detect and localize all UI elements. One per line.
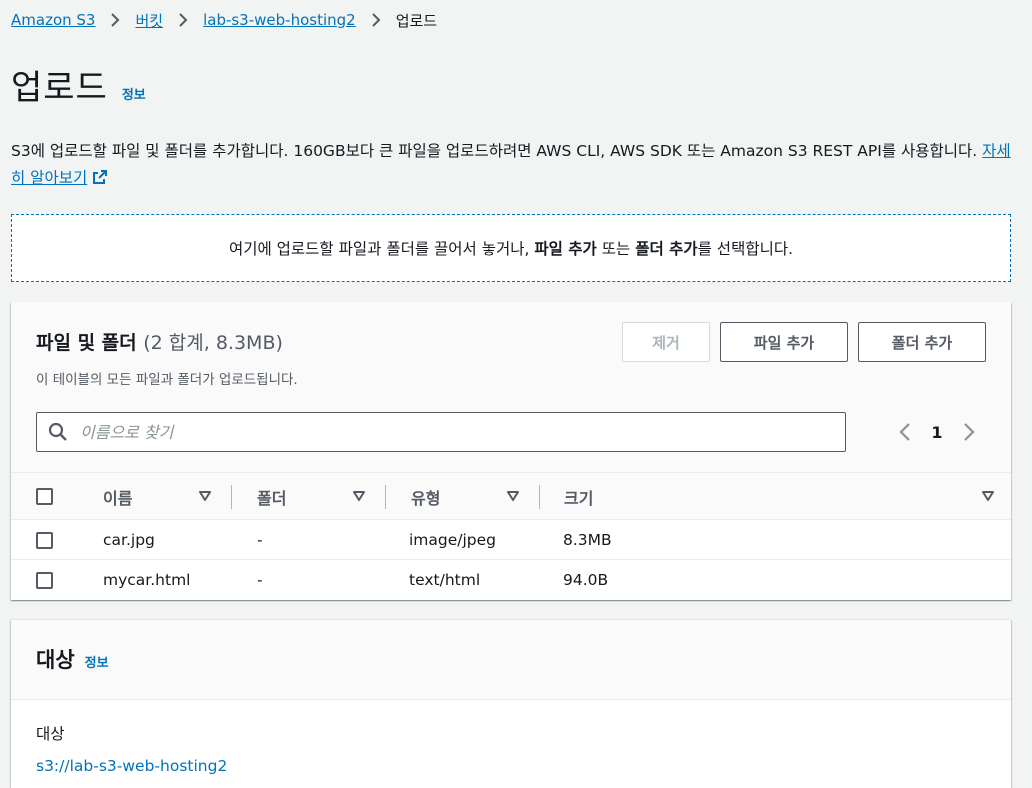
column-label-folder: 폴더: [257, 489, 287, 508]
page-description: S3에 업로드할 파일 및 폴더를 추가합니다. 160GB보다 큰 파일을 업…: [11, 138, 1021, 192]
destination-title-text: 대상: [36, 648, 75, 672]
chevron-right-icon: [964, 423, 975, 441]
table-row[interactable]: car.jpg - image/jpeg 8.3MB: [11, 520, 1011, 560]
column-divider: [385, 485, 386, 509]
chevron-right-icon: [163, 13, 203, 27]
upload-dropzone[interactable]: 여기에 업로드할 파일과 폴더를 끌어서 놓거나, 파일 추가 또는 폴더 추가…: [11, 214, 1011, 282]
dropzone-add-files-text: 파일 추가: [534, 240, 597, 258]
column-header-type[interactable]: 유형: [411, 473, 541, 521]
chevron-right-icon: [95, 13, 135, 27]
destination-panel: 대상 정보 대상 s3://lab-s3-web-hosting2: [11, 620, 1011, 788]
chevron-left-icon: [899, 423, 910, 441]
breadcrumb: Amazon S3 버킷 lab-s3-web-hosting2 업로드: [11, 8, 437, 32]
column-header-folder[interactable]: 폴더: [257, 473, 387, 521]
column-divider: [539, 485, 540, 509]
files-title-text: 파일 및 폴더: [36, 332, 137, 354]
pagination: 1: [891, 418, 983, 446]
current-page-number[interactable]: 1: [919, 423, 955, 442]
destination-label: 대상: [36, 725, 65, 743]
cell-name: mycar.html: [103, 571, 191, 589]
dropzone-text-after: 를 선택합니다.: [697, 240, 794, 258]
files-count: (2 합계, 8.3MB): [143, 332, 283, 354]
destination-bucket-link[interactable]: s3://lab-s3-web-hosting2: [36, 757, 227, 775]
caret-down-icon: [507, 491, 519, 501]
next-page-button[interactable]: [955, 418, 983, 446]
cell-folder: -: [257, 531, 263, 549]
breadcrumb-current: 업로드: [395, 11, 438, 30]
dropzone-text-middle: 또는: [596, 240, 636, 258]
breadcrumb-amazon-s3[interactable]: Amazon S3: [11, 11, 95, 29]
previous-page-button[interactable]: [891, 418, 919, 446]
breadcrumb-buckets[interactable]: 버킷: [135, 10, 163, 31]
destination-title: 대상 정보: [36, 644, 109, 674]
cell-name: car.jpg: [103, 531, 155, 549]
table-header: 이름 폴더 유형 크기: [11, 472, 1011, 520]
info-link[interactable]: 정보: [122, 84, 146, 103]
caret-down-icon: [353, 491, 365, 501]
caret-down-icon: [199, 491, 211, 501]
column-label-type: 유형: [411, 489, 441, 508]
breadcrumb-bucket-name[interactable]: lab-s3-web-hosting2: [203, 11, 356, 29]
row-checkbox[interactable]: [36, 572, 53, 589]
add-files-button[interactable]: 파일 추가: [720, 322, 848, 362]
files-panel-title: 파일 및 폴더 (2 합계, 8.3MB): [36, 328, 283, 355]
files-panel-header: 파일 및 폴더 (2 합계, 8.3MB) 이 테이블의 모든 파일과 폴더가 …: [11, 302, 1011, 472]
cell-type: image/jpeg: [409, 531, 497, 549]
remove-button[interactable]: 제거: [622, 322, 710, 362]
search-box[interactable]: [36, 412, 846, 452]
page-header: 업로드 정보: [11, 60, 146, 109]
cell-folder: -: [257, 571, 263, 589]
dropzone-text-before: 여기에 업로드할 파일과 폴더를 끌어서 놓거나,: [228, 240, 535, 258]
column-header-name[interactable]: 이름: [103, 473, 233, 521]
search-icon: [48, 422, 67, 441]
column-label-name: 이름: [103, 489, 133, 508]
column-header-size[interactable]: 크기: [564, 473, 1004, 521]
row-checkbox[interactable]: [36, 532, 53, 549]
description-text: S3에 업로드할 파일 및 폴더를 추가합니다. 160GB보다 큰 파일을 업…: [11, 142, 978, 160]
search-input[interactable]: [80, 422, 820, 442]
files-and-folders-panel: 파일 및 폴더 (2 합계, 8.3MB) 이 테이블의 모든 파일과 폴더가 …: [11, 302, 1011, 600]
destination-info-link[interactable]: 정보: [85, 652, 109, 671]
table-row[interactable]: mycar.html - text/html 94.0B: [11, 560, 1011, 600]
select-all-checkbox[interactable]: [36, 488, 53, 505]
destination-panel-header: 대상 정보: [11, 620, 1011, 700]
column-label-size: 크기: [564, 489, 594, 508]
cell-size: 8.3MB: [563, 531, 612, 549]
dropzone-text: 여기에 업로드할 파일과 폴더를 끌어서 놓거나, 파일 추가 또는 폴더 추가…: [229, 237, 793, 259]
page-title: 업로드: [11, 68, 108, 108]
cell-type: text/html: [409, 571, 481, 589]
caret-down-icon: [982, 491, 994, 501]
dropzone-add-folder-text: 폴더 추가: [635, 240, 698, 258]
add-folder-button[interactable]: 폴더 추가: [858, 322, 986, 362]
chevron-right-icon: [356, 13, 396, 27]
column-divider: [231, 485, 232, 509]
cell-size: 94.0B: [563, 571, 609, 589]
external-link-icon: [93, 170, 108, 184]
files-panel-description: 이 테이블의 모든 파일과 폴더가 업로드됩니다.: [36, 372, 298, 388]
